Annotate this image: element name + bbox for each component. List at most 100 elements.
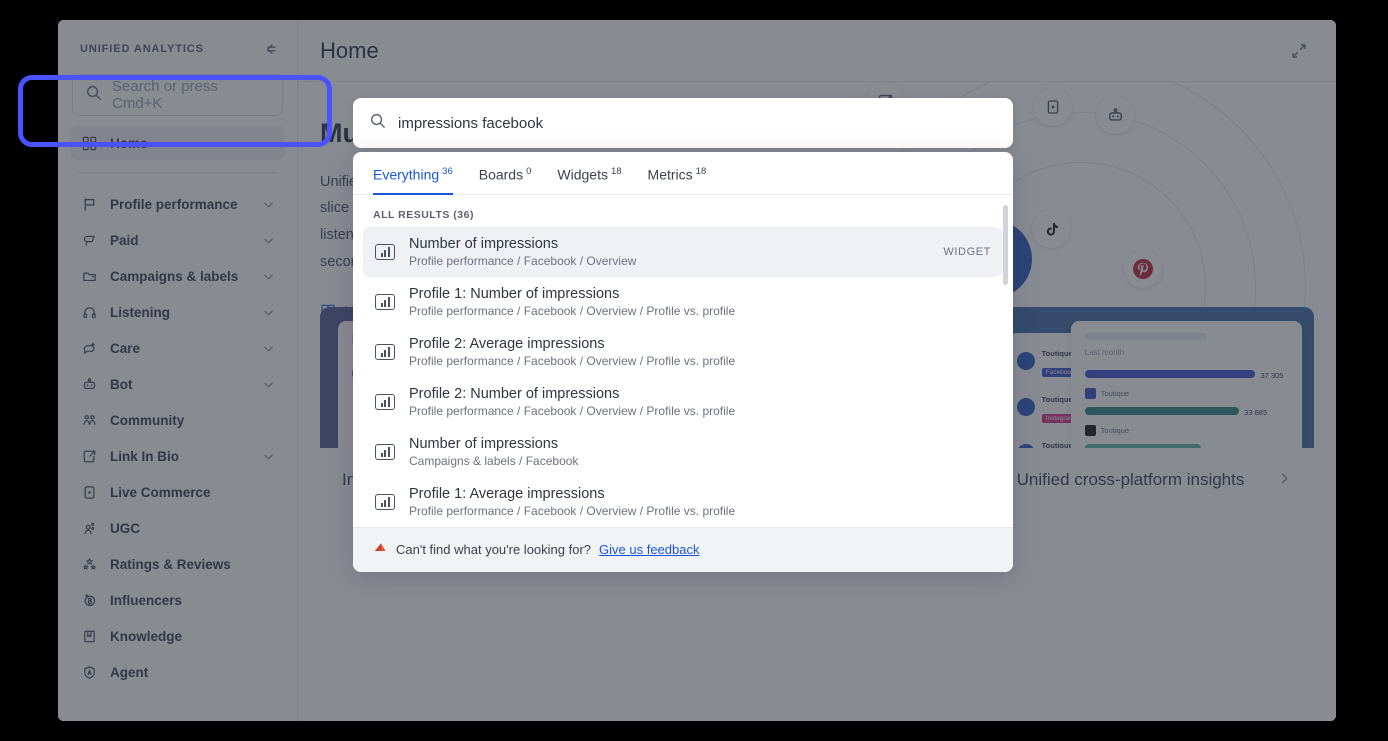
widget-chart-icon [375, 444, 395, 460]
global-search-modal: impressions facebook Everything36 Boards… [353, 98, 1013, 572]
search-result-row[interactable]: Profile 2: Number of impressions Profile… [363, 377, 1003, 427]
search-result-row[interactable]: Profile 2: Average impressions Profile p… [363, 327, 1003, 377]
page-title: Home [320, 38, 379, 64]
play-box-icon [1034, 88, 1072, 126]
tab-widgets[interactable]: Widgets18 [557, 166, 621, 194]
collapse-arrow-icon[interactable] [261, 40, 279, 58]
avatar [1017, 398, 1035, 416]
tab-count: 18 [611, 166, 622, 177]
sidebar-item-campaigns-labels[interactable]: Campaigns & labels [70, 259, 285, 293]
bar-value: 37 305 [1260, 371, 1283, 380]
results-scrollbar[interactable] [1003, 205, 1008, 285]
sidebar-item-label: Listening [110, 305, 250, 320]
widget-chart-icon [375, 244, 395, 260]
sidebar-item-bot[interactable]: Bot [70, 367, 285, 401]
result-path: Profile performance / Facebook / Overvie… [409, 504, 991, 518]
chevron-down-icon[interactable] [262, 198, 275, 211]
search-result-row[interactable]: Number of impressions Campaigns & labels… [363, 427, 1003, 477]
search-result-row[interactable]: Number of impressions Profile performanc… [363, 227, 1003, 277]
profile-name: Toutique [1042, 395, 1073, 404]
tab-label: Boards [479, 167, 523, 183]
search-result-row[interactable]: Profile 1: Average impressions Profile p… [363, 477, 1003, 527]
chevron-down-icon[interactable] [262, 342, 275, 355]
sidebar-item-label: Profile performance [110, 197, 250, 212]
sidebar-item-care[interactable]: Care [70, 331, 285, 365]
card-footer[interactable]: Unified cross-platform insights [995, 448, 1314, 512]
result-title: Number of impressions [409, 236, 929, 252]
results-header: ALL RESULTS (36) [353, 195, 1013, 227]
sidebar-item-label: Ratings & Reviews [110, 557, 275, 572]
tab-label: Widgets [557, 167, 608, 183]
sidebar-item-home[interactable]: Home [70, 126, 285, 160]
bar-label: Toutique [1101, 389, 1129, 398]
sidebar-item-label: Home [110, 136, 275, 151]
result-path: Profile performance / Facebook / Overvie… [409, 254, 929, 268]
book-icon [80, 627, 98, 645]
profile-name: Toutique [1042, 349, 1073, 358]
sidebar-item-ratings-reviews[interactable]: Ratings & Reviews [70, 547, 285, 581]
platform-swatch [1085, 425, 1096, 436]
search-footer: Can't find what you're looking for? Give… [353, 527, 1013, 572]
sidebar-search-input[interactable]: Search or press Cmd+K [72, 74, 283, 116]
chat-plus-icon [80, 339, 98, 357]
chevron-down-icon[interactable] [262, 378, 275, 391]
give-feedback-link[interactable]: Give us feedback [599, 542, 699, 557]
sidebar-item-label: Link In Bio [110, 449, 250, 464]
sidebar-item-profile-performance[interactable]: Profile performance [70, 187, 285, 221]
expand-fullscreen-icon[interactable] [1290, 42, 1308, 60]
avatar [1017, 352, 1035, 370]
sidebar-item-community[interactable]: Community [70, 403, 285, 437]
search-query-value: impressions facebook [398, 115, 543, 132]
search-icon [85, 84, 102, 106]
chevron-down-icon[interactable] [262, 306, 275, 319]
sidebar-item-knowledge[interactable]: Knowledge [70, 619, 285, 653]
widget-chart-icon [375, 344, 395, 360]
sidebar-item-label: Community [110, 413, 275, 428]
feature-card-unified-cross-platform-insights[interactable]: Toutique Facebook Toutique Instagram Tou… [995, 307, 1314, 512]
tab-count: 36 [442, 166, 453, 177]
chevron-down-icon[interactable] [262, 234, 275, 247]
robot-icon [80, 375, 98, 393]
external-link-icon [80, 447, 98, 465]
sidebar-item-paid[interactable]: Paid [70, 223, 285, 257]
play-box-icon [80, 483, 98, 501]
result-title: Number of impressions [409, 436, 991, 452]
grid-icon [80, 134, 98, 152]
tab-metrics[interactable]: Metrics18 [648, 166, 707, 194]
sidebar-item-ugc[interactable]: UGC [70, 511, 285, 545]
card-title: Unified cross-platform insights [1017, 470, 1245, 490]
chevron-down-icon[interactable] [262, 450, 275, 463]
tab-everything[interactable]: Everything36 [373, 166, 453, 194]
chevron-right-icon[interactable] [1277, 470, 1292, 491]
main-header: Home [298, 20, 1336, 82]
sidebar-item-label: Paid [110, 233, 250, 248]
sidebar-item-label: Campaigns & labels [110, 269, 250, 284]
tab-boards[interactable]: Boards0 [479, 166, 532, 194]
bar-label: Toutique [1101, 426, 1129, 435]
search-input-row[interactable]: impressions facebook [353, 98, 1013, 148]
tab-count: 18 [696, 166, 707, 177]
widget-chart-icon [375, 294, 395, 310]
sidebar-item-listening[interactable]: Listening [70, 295, 285, 329]
results-list[interactable]: ALL RESULTS (36) Number of impressions P… [353, 195, 1013, 527]
tab-label: Metrics [648, 167, 693, 183]
sidebar-item-live-commerce[interactable]: Live Commerce [70, 475, 285, 509]
widget-chart-icon [375, 394, 395, 410]
sidebar: UNIFIED ANALYTICS Search or press Cmd+K [58, 20, 298, 721]
sidebar-item-agent[interactable]: Agent [70, 655, 285, 689]
megaphone-icon [373, 541, 388, 559]
sidebar-divider [78, 172, 277, 173]
chevron-down-icon[interactable] [262, 270, 275, 283]
shield-a-icon [80, 663, 98, 681]
result-title: Profile 1: Average impressions [409, 486, 991, 502]
sidebar-item-label: Agent [110, 665, 275, 680]
folder-icon [80, 267, 98, 285]
search-icon [369, 112, 386, 134]
stars-icon [80, 555, 98, 573]
chart-period: Last month [1085, 348, 1288, 357]
sidebar-item-influencers[interactable]: Influencers [70, 583, 285, 617]
megaphone-icon [80, 231, 98, 249]
search-result-row[interactable]: Profile 1: Number of impressions Profile… [363, 277, 1003, 327]
sidebar-item-link-in-bio[interactable]: Link In Bio [70, 439, 285, 473]
result-title: Profile 2: Average impressions [409, 336, 991, 352]
